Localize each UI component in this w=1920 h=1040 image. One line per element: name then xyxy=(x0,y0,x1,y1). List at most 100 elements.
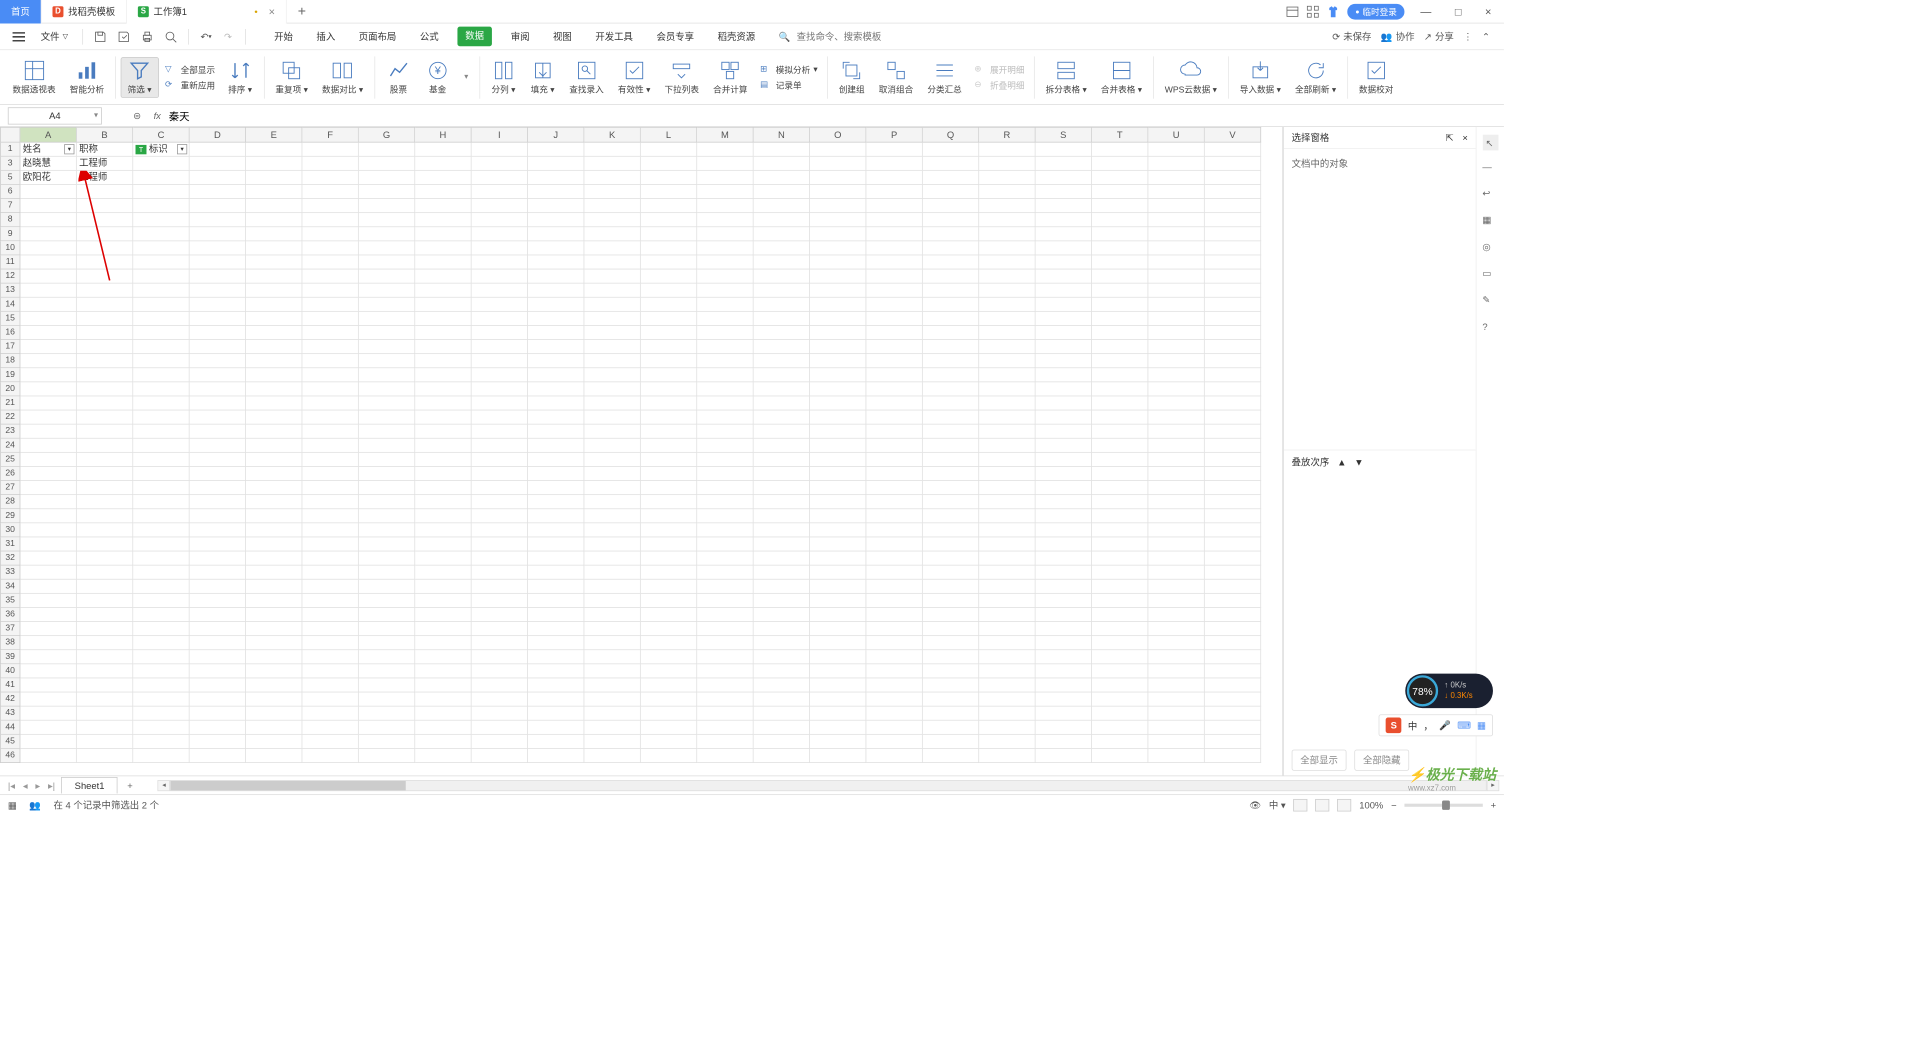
cell-P22[interactable] xyxy=(866,410,922,424)
cell-I36[interactable] xyxy=(472,608,528,622)
col-header-A[interactable]: A xyxy=(20,127,76,143)
cell-V30[interactable] xyxy=(1205,523,1261,537)
cell-R13[interactable] xyxy=(979,284,1035,298)
cell-P18[interactable] xyxy=(866,354,922,368)
cell-U42[interactable] xyxy=(1148,692,1204,706)
cell-B5[interactable]: 工程师 xyxy=(77,171,133,185)
cell-D9[interactable] xyxy=(190,227,246,241)
row-header-30[interactable]: 30 xyxy=(0,523,20,537)
cell-N41[interactable] xyxy=(754,678,810,692)
style-tool-icon[interactable]: ▦ xyxy=(1482,215,1498,231)
cell-I33[interactable] xyxy=(472,566,528,580)
cell-M39[interactable] xyxy=(697,650,753,664)
cell-E46[interactable] xyxy=(246,749,302,763)
row-header-12[interactable]: 12 xyxy=(0,269,20,283)
cell-U46[interactable] xyxy=(1148,749,1204,763)
apps-icon[interactable] xyxy=(1307,5,1320,18)
cell-Q43[interactable] xyxy=(923,707,979,721)
help-tool-icon[interactable]: ? xyxy=(1482,321,1498,337)
cell-J3[interactable] xyxy=(528,157,584,171)
cell-F29[interactable] xyxy=(302,509,358,523)
zoom-in-icon[interactable]: + xyxy=(1491,799,1496,810)
cell-B6[interactable] xyxy=(77,185,133,199)
ungroup-button[interactable]: 取消组合 xyxy=(872,58,919,97)
cell-R37[interactable] xyxy=(979,622,1035,636)
cell-S43[interactable] xyxy=(1036,707,1092,721)
tab-workbook[interactable]: S 工作簿1 • × xyxy=(127,0,287,23)
cell-B11[interactable] xyxy=(77,255,133,269)
cell-U11[interactable] xyxy=(1148,255,1204,269)
cell-S5[interactable] xyxy=(1036,171,1092,185)
cell-H45[interactable] xyxy=(415,735,471,749)
cell-G10[interactable] xyxy=(359,241,415,255)
cell-C7[interactable] xyxy=(133,199,189,213)
cell-B38[interactable] xyxy=(77,636,133,650)
cell-E15[interactable] xyxy=(246,312,302,326)
cell-B28[interactable] xyxy=(77,495,133,509)
cell-K41[interactable] xyxy=(584,678,640,692)
brush-tool-icon[interactable]: ✎ xyxy=(1482,295,1498,311)
cell-S37[interactable] xyxy=(1036,622,1092,636)
cell-M20[interactable] xyxy=(697,382,753,396)
coop-button[interactable]: 👥 协作 xyxy=(1381,30,1415,43)
cell-L7[interactable] xyxy=(641,199,697,213)
cell-R21[interactable] xyxy=(979,396,1035,410)
cell-H16[interactable] xyxy=(415,326,471,340)
cell-K20[interactable] xyxy=(584,382,640,396)
cell-L24[interactable] xyxy=(641,439,697,453)
row-header-10[interactable]: 10 xyxy=(0,241,20,255)
cell-L25[interactable] xyxy=(641,453,697,467)
cell-D40[interactable] xyxy=(190,664,246,678)
row-header-7[interactable]: 7 xyxy=(0,199,20,213)
cell-O17[interactable] xyxy=(810,340,866,354)
cell-F12[interactable] xyxy=(302,269,358,283)
cell-A37[interactable] xyxy=(20,622,76,636)
cell-M25[interactable] xyxy=(697,453,753,467)
cell-G31[interactable] xyxy=(359,537,415,551)
cell-Q37[interactable] xyxy=(923,622,979,636)
cell-A1[interactable]: 姓名▾ xyxy=(20,143,76,157)
cell-O15[interactable] xyxy=(810,312,866,326)
tab-formula[interactable]: 公式 xyxy=(415,27,443,47)
cell-P28[interactable] xyxy=(866,495,922,509)
cell-M11[interactable] xyxy=(697,255,753,269)
cell-U27[interactable] xyxy=(1148,481,1204,495)
cell-S9[interactable] xyxy=(1036,227,1092,241)
cell-K35[interactable] xyxy=(584,594,640,608)
cell-N21[interactable] xyxy=(754,396,810,410)
cell-P6[interactable] xyxy=(866,185,922,199)
cell-I25[interactable] xyxy=(472,453,528,467)
cell-Q28[interactable] xyxy=(923,495,979,509)
cell-F19[interactable] xyxy=(302,368,358,382)
cell-G6[interactable] xyxy=(359,185,415,199)
text-to-columns-button[interactable]: 分列 ▾ xyxy=(485,58,523,97)
cell-D12[interactable] xyxy=(190,269,246,283)
cell-D14[interactable] xyxy=(190,298,246,312)
cell-H38[interactable] xyxy=(415,636,471,650)
cell-E43[interactable] xyxy=(246,707,302,721)
cell-J26[interactable] xyxy=(528,467,584,481)
add-sheet-button[interactable]: + xyxy=(121,780,139,791)
cell-M5[interactable] xyxy=(697,171,753,185)
cell-E29[interactable] xyxy=(246,509,302,523)
cell-U40[interactable] xyxy=(1148,664,1204,678)
cell-B8[interactable] xyxy=(77,213,133,227)
cell-U45[interactable] xyxy=(1148,735,1204,749)
cell-E17[interactable] xyxy=(246,340,302,354)
cell-I15[interactable] xyxy=(472,312,528,326)
cell-I44[interactable] xyxy=(472,721,528,735)
cell-J20[interactable] xyxy=(528,382,584,396)
cell-L22[interactable] xyxy=(641,410,697,424)
cell-S19[interactable] xyxy=(1036,368,1092,382)
cell-O1[interactable] xyxy=(810,143,866,157)
zoom-value[interactable]: 100% xyxy=(1359,799,1383,810)
cell-V20[interactable] xyxy=(1205,382,1261,396)
cell-P34[interactable] xyxy=(866,580,922,594)
cell-K45[interactable] xyxy=(584,735,640,749)
cell-C17[interactable] xyxy=(133,340,189,354)
cell-E25[interactable] xyxy=(246,453,302,467)
cell-P32[interactable] xyxy=(866,551,922,565)
cell-Q32[interactable] xyxy=(923,551,979,565)
cell-I45[interactable] xyxy=(472,735,528,749)
data-check-button[interactable]: 数据校对 xyxy=(1353,58,1400,97)
